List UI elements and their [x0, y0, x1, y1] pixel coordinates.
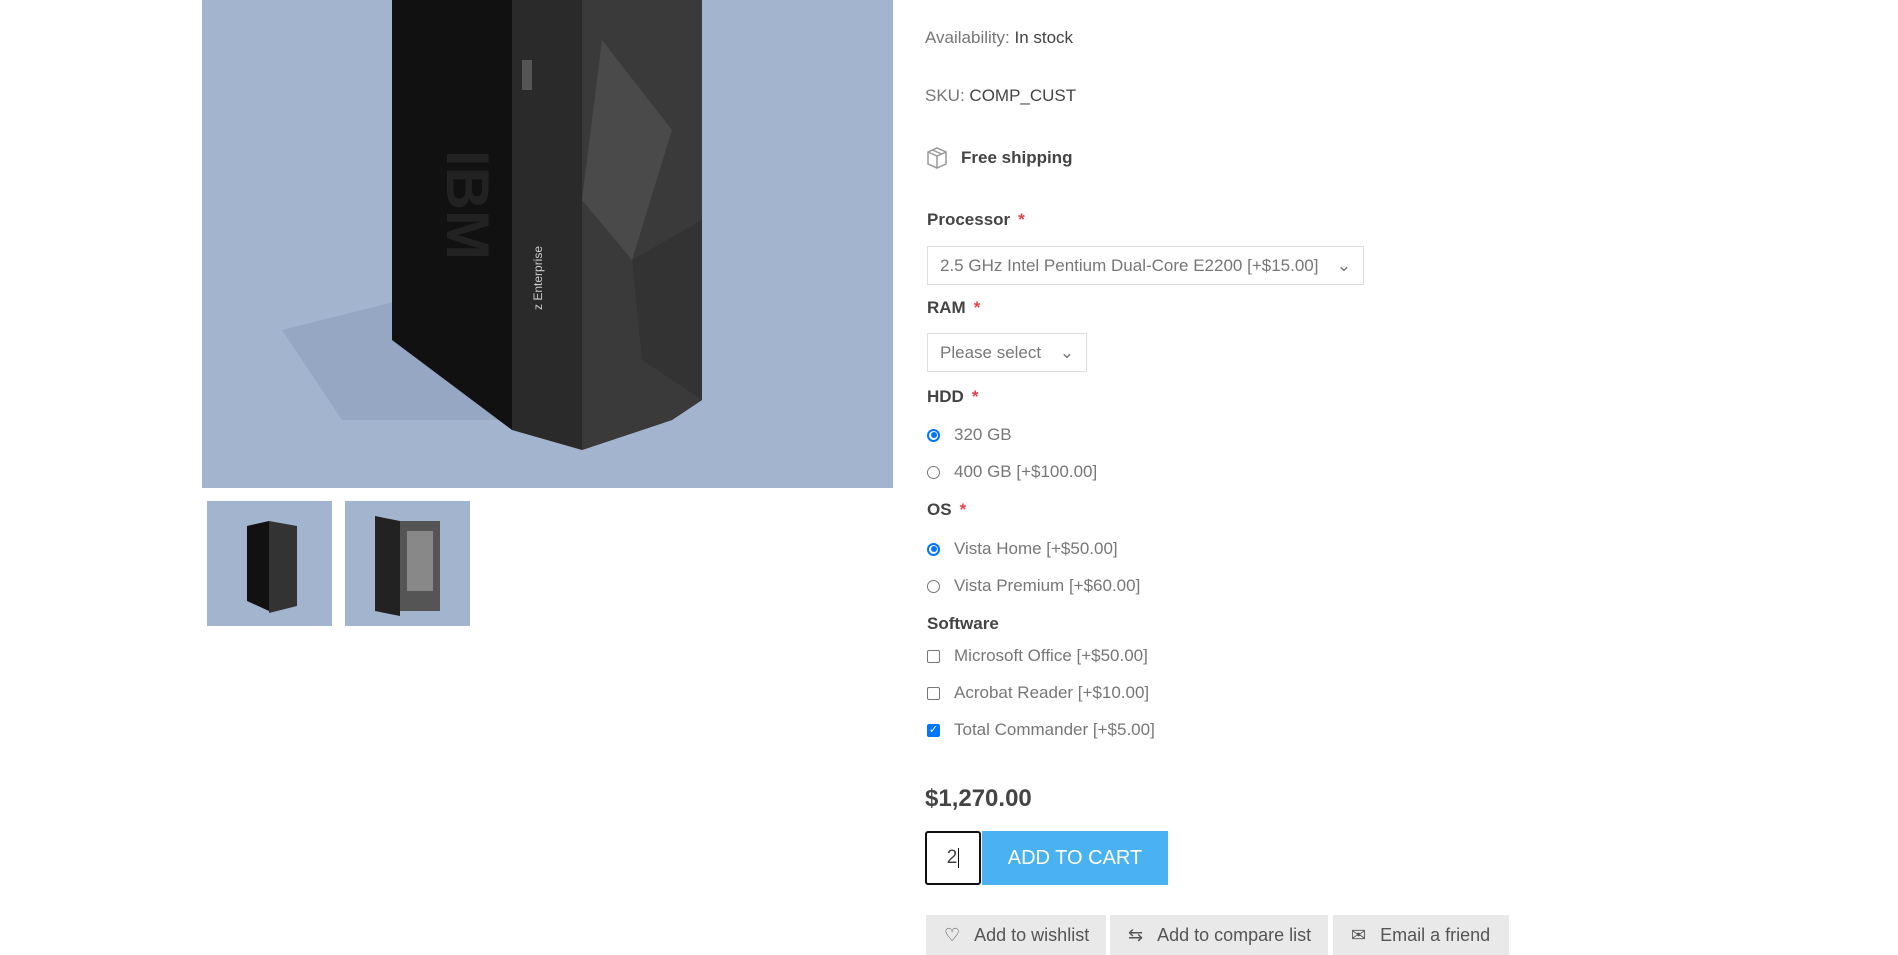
- software-option-acrobat[interactable]: Acrobat Reader [+$10.00]: [925, 683, 1149, 703]
- availability-value: In stock: [1014, 28, 1074, 47]
- ram-label: RAM *: [927, 298, 981, 317]
- processor-selected: 2.5 GHz Intel Pentium Dual-Core E2200 [+…: [940, 255, 1319, 275]
- radio-button[interactable]: [927, 542, 940, 556]
- processor-label: Processor *: [927, 210, 1025, 229]
- quantity-input[interactable]: 2: [925, 831, 981, 885]
- thumbnail-1[interactable]: [207, 501, 332, 626]
- sku-label: SKU:: [925, 86, 965, 105]
- checkbox[interactable]: [927, 649, 940, 663]
- email-friend-button[interactable]: ✉ Email a friend: [1333, 915, 1509, 955]
- radio-button[interactable]: [927, 428, 940, 442]
- sku: SKU: COMP_CUST: [925, 86, 1076, 106]
- checkbox[interactable]: [927, 686, 940, 700]
- checkbox-checked[interactable]: ✓: [927, 723, 940, 737]
- chevron-down-icon: ⌄: [1059, 342, 1074, 362]
- os-option-vista-home[interactable]: Vista Home [+$50.00]: [925, 539, 1118, 559]
- compare-icon: ⇆: [1128, 924, 1144, 945]
- envelope-icon: ✉: [1351, 924, 1367, 945]
- product-main-image[interactable]: IBM z Enterprise: [202, 0, 893, 488]
- required-asterisk: *: [1018, 210, 1025, 229]
- os-label: OS *: [927, 500, 967, 519]
- chevron-down-icon: ⌄: [1336, 255, 1351, 275]
- hdd-option-400[interactable]: 400 GB [+$100.00]: [925, 462, 1097, 482]
- server-brand-text: IBM: [434, 150, 501, 260]
- software-option-ms-office[interactable]: Microsoft Office [+$50.00]: [925, 646, 1148, 666]
- availability-label: Availability:: [925, 28, 1010, 47]
- add-to-compare-button[interactable]: ⇆ Add to compare list: [1110, 915, 1328, 955]
- heart-icon: ♡: [944, 924, 961, 945]
- processor-select[interactable]: 2.5 GHz Intel Pentium Dual-Core E2200 [+…: [927, 246, 1364, 285]
- radio-button[interactable]: [927, 465, 940, 479]
- sku-value: COMP_CUST: [969, 86, 1077, 105]
- radio-button[interactable]: [927, 579, 940, 593]
- required-asterisk: *: [973, 298, 981, 317]
- product-price: $1,270.00: [925, 785, 1032, 812]
- software-option-total-commander[interactable]: ✓ Total Commander [+$5.00]: [925, 720, 1155, 740]
- free-shipping: Free shipping: [925, 146, 1072, 170]
- os-option-vista-premium[interactable]: Vista Premium [+$60.00]: [925, 576, 1140, 596]
- server-model-text: z Enterprise: [531, 246, 545, 310]
- add-to-cart-button[interactable]: ADD TO CART: [982, 831, 1168, 885]
- software-label: Software: [927, 614, 999, 633]
- required-asterisk: *: [971, 387, 979, 406]
- hdd-label: HDD *: [927, 387, 979, 406]
- ram-selected: Please select: [940, 342, 1042, 362]
- hdd-option-320[interactable]: 320 GB: [925, 425, 1012, 445]
- ram-select[interactable]: Please select ⌄: [927, 333, 1087, 372]
- thumbnail-2[interactable]: [345, 501, 470, 626]
- free-shipping-label: Free shipping: [961, 148, 1073, 167]
- server-image: IBM z Enterprise: [282, 0, 702, 450]
- add-to-wishlist-button[interactable]: ♡ Add to wishlist: [926, 915, 1106, 955]
- availability: Availability: In stock: [925, 28, 1073, 48]
- box-icon: [927, 147, 947, 169]
- required-asterisk: *: [959, 500, 967, 519]
